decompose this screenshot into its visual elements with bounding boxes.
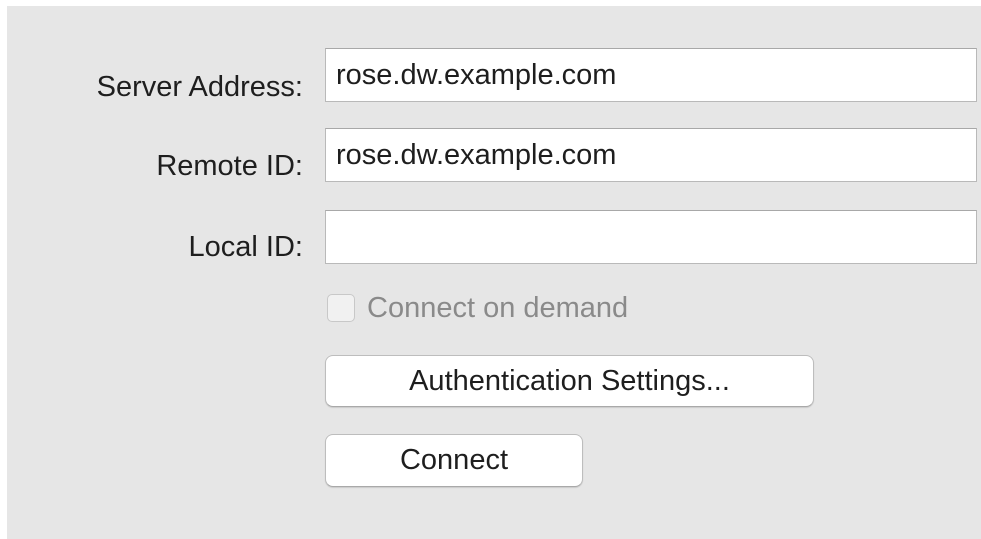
server-address-label: Server Address:: [96, 71, 303, 103]
local-id-label: Local ID:: [188, 231, 303, 263]
remote-id-field[interactable]: [325, 128, 977, 182]
authentication-settings-button[interactable]: Authentication Settings...: [325, 355, 814, 407]
server-address-field[interactable]: [325, 48, 977, 102]
connect-on-demand-label: Connect on demand: [367, 291, 629, 324]
connect-on-demand-checkbox[interactable]: [327, 294, 355, 322]
connect-button[interactable]: Connect: [325, 434, 583, 487]
connect-on-demand-option[interactable]: Connect on demand: [327, 288, 628, 328]
remote-id-label: Remote ID:: [156, 150, 303, 182]
vpn-settings-panel: Server Address: Remote ID: Local ID: Con…: [7, 6, 981, 539]
local-id-field[interactable]: [325, 210, 977, 264]
